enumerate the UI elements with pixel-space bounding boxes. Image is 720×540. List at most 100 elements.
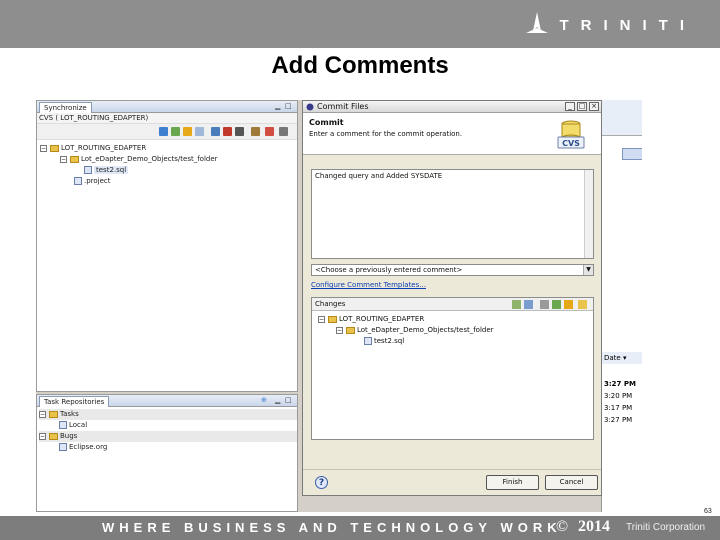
tree-mode-icon[interactable] <box>512 300 521 309</box>
collapse-icon[interactable] <box>235 127 244 136</box>
task-tabbar: Task Repositories ⊕ ▁ □ <box>37 395 297 407</box>
changes-tree: − LOT_ROUTING_EDAPTER − Lot_eDapter_Demo_O… <box>312 311 593 347</box>
incoming-icon[interactable] <box>211 127 220 136</box>
configure-templates-link[interactable]: Configure Comment Templates... <box>311 281 426 289</box>
commit-comment-textarea[interactable]: Changed query and Added SYSDATE <box>311 169 594 259</box>
maximize-icon[interactable]: □ <box>285 103 293 110</box>
footer-year: 2014 <box>578 518 610 535</box>
time-value: 3:20 PM <box>604 392 633 400</box>
time-value: 3:27 PM <box>604 380 636 388</box>
collapse-toggle-icon[interactable]: − <box>40 144 47 152</box>
synchronize-tree: − LOT_ROUTING_EDAPTER − Lot_eDapter_Demo_O… <box>37 140 297 187</box>
tree-item[interactable]: test2.sql <box>318 336 593 347</box>
tree-item[interactable]: − LOT_ROUTING_EDAPTER <box>318 314 593 325</box>
finish-button[interactable]: Finish <box>486 475 539 490</box>
top-banner: TRINITI <box>0 0 720 48</box>
page-number: 63 <box>704 508 712 515</box>
tree-item[interactable]: Eclipse.org <box>39 442 297 453</box>
minimize-icon[interactable]: ▁ <box>275 103 283 110</box>
logo-text: TRINITI <box>559 16 696 34</box>
maximize-icon[interactable]: □ <box>285 397 293 404</box>
add-repository-icon[interactable]: ⊕ <box>261 397 269 404</box>
cvs-badge: CVS <box>562 139 580 148</box>
editor-header <box>602 100 642 136</box>
filter-icon[interactable] <box>540 300 549 309</box>
cvs-repository-icon: CVS <box>557 120 585 149</box>
tree-label: test2.sql <box>94 166 129 174</box>
flat-mode-icon[interactable] <box>524 300 533 309</box>
tree-item-selected[interactable]: test2.sql <box>40 165 297 176</box>
previous-comment-select[interactable]: <Choose a previously entered comment> ▼ <box>311 264 594 276</box>
tree-item[interactable]: .project <box>40 176 297 187</box>
right-editor-strip: Date ▾ 3:27 PM 3:20 PM 3:17 PM 3:27 PM <box>601 100 642 512</box>
tree-item[interactable]: − Lot_eDapter_Demo_Objects/test_folder <box>40 154 297 165</box>
previous-comment-placeholder: <Choose a previously entered comment> <box>315 266 463 274</box>
chevron-down-icon[interactable]: ▼ <box>583 265 593 275</box>
outgoing-icon[interactable] <box>223 127 232 136</box>
time-list: 3:27 PM 3:20 PM 3:17 PM 3:27 PM <box>604 378 636 426</box>
repository-icon <box>59 443 67 451</box>
close-icon[interactable]: × <box>589 102 599 111</box>
synchronize-view: Synchronize ▁ □ CVS ( LOT_ROUTING_EDAPTE… <box>36 100 298 392</box>
tree-label: LOT_ROUTING_EDAPTER <box>61 144 147 152</box>
tab-task-repositories[interactable]: Task Repositories <box>39 396 110 407</box>
maximize-icon[interactable]: □ <box>577 102 587 111</box>
breadcrumb: CVS ( LOT_ROUTING_EDAPTER) <box>37 113 297 124</box>
expand-all-icon[interactable] <box>251 127 260 136</box>
tab-synchronize[interactable]: Synchronize <box>39 102 92 113</box>
synchronize-tabbar: Synchronize ▁ □ <box>37 101 297 113</box>
date-column-header[interactable]: Date ▾ <box>602 352 642 364</box>
tree-label: Tasks <box>60 410 79 418</box>
collapse-toggle-icon[interactable]: − <box>39 410 46 418</box>
options-icon[interactable] <box>578 300 587 309</box>
cancel-button[interactable]: Cancel <box>545 475 598 490</box>
view-menu-icon[interactable] <box>279 127 288 136</box>
time-value: 3:17 PM <box>604 404 633 412</box>
collapse-toggle-icon[interactable]: − <box>336 326 343 334</box>
comment-scrollbar[interactable] <box>584 170 593 258</box>
sql-file-icon <box>364 337 372 345</box>
editor-field[interactable] <box>622 148 642 160</box>
folder-icon <box>346 326 355 334</box>
tree-item[interactable]: − LOT_ROUTING_EDAPTER <box>40 143 297 154</box>
project-file-icon <box>74 177 82 185</box>
footer-tagline: WHERE BUSINESS AND TECHNOLOGY WORK <box>102 520 562 535</box>
task-tree: − Tasks Local − Bugs Eclipse.org <box>37 407 297 453</box>
collapse-toggle-icon[interactable]: − <box>60 155 67 163</box>
tree-label: LOT_ROUTING_EDAPTER <box>339 315 425 323</box>
help-icon[interactable]: ? <box>315 476 328 489</box>
down-arrow-icon[interactable] <box>564 300 573 309</box>
tree-label: Lot_eDapter_Demo_Objects/test_folder <box>81 155 218 163</box>
folder-icon <box>70 155 79 163</box>
footer-bar: WHERE BUSINESS AND TECHNOLOGY WORK © 201… <box>0 516 720 540</box>
changes-toolbar: Changes <box>312 298 593 311</box>
tree-label: Local <box>69 421 88 429</box>
tree-label: .project <box>84 177 111 185</box>
dialog-heading: Commit <box>309 118 344 127</box>
minimize-icon[interactable]: _ <box>565 102 575 111</box>
tree-group[interactable]: − Tasks <box>39 409 297 420</box>
remove-icon[interactable] <box>265 127 274 136</box>
minimize-icon[interactable]: ▁ <box>275 397 283 404</box>
collapse-toggle-icon[interactable]: − <box>39 432 46 440</box>
tree-label: Lot_eDapter_Demo_Objects/test_folder <box>357 326 494 334</box>
update-icon[interactable] <box>171 127 180 136</box>
eclipse-icon <box>306 103 314 111</box>
collapse-toggle-icon[interactable]: − <box>318 315 325 323</box>
changes-panel: Changes − LOT_ROUTING_EDAPTER − Lot_eDapte… <box>311 297 594 440</box>
dialog-title: Commit Files <box>317 102 369 111</box>
up-arrow-icon[interactable] <box>552 300 561 309</box>
eclipse-screenshot: Synchronize ▁ □ CVS ( LOT_ROUTING_EDAPTE… <box>36 100 642 512</box>
dialog-titlebar: Commit Files _ □ × <box>303 101 601 113</box>
commit-icon[interactable] <box>183 127 192 136</box>
folder-icon <box>49 410 58 418</box>
sync-icon[interactable] <box>159 127 168 136</box>
compare-icon[interactable] <box>195 127 204 136</box>
tree-item[interactable]: Local <box>39 420 297 431</box>
repository-icon <box>59 421 67 429</box>
tree-label: Bugs <box>60 432 78 440</box>
slide-title: Add Comments <box>271 52 449 79</box>
tree-item[interactable]: − Lot_eDapter_Demo_Objects/test_folder <box>318 325 593 336</box>
date-column-label: Date <box>604 354 621 362</box>
tree-group[interactable]: − Bugs <box>39 431 297 442</box>
